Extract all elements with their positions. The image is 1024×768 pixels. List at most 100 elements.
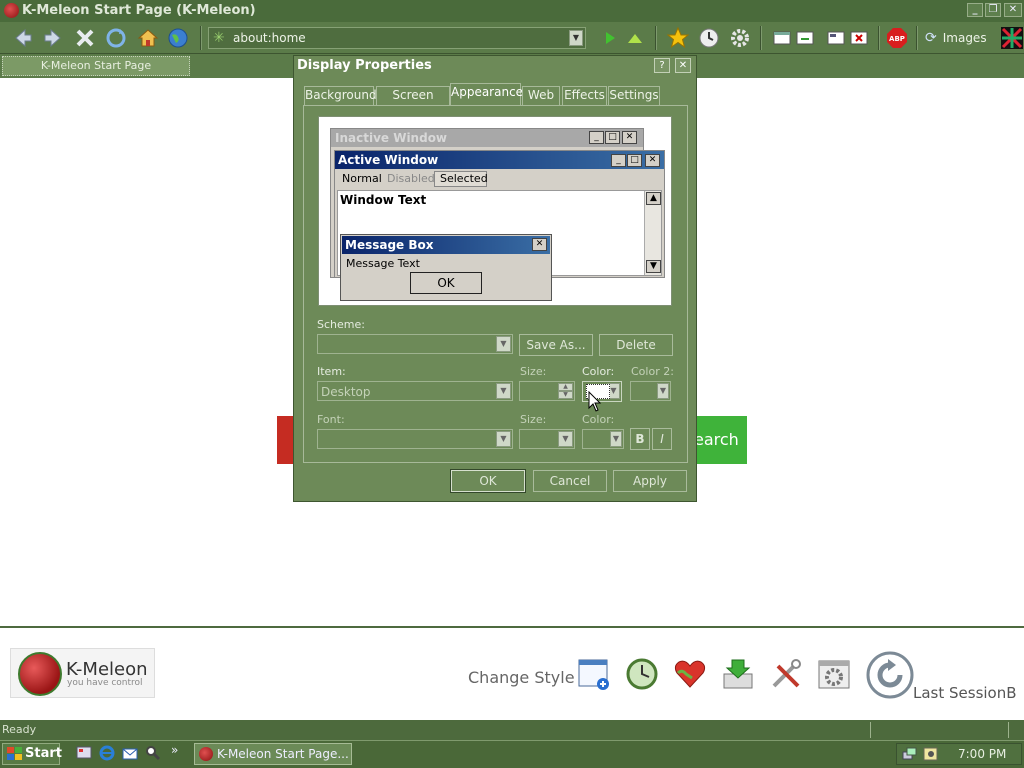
k-meleon-app-icon	[4, 3, 19, 18]
font-size-select[interactable]: ▼	[519, 429, 575, 449]
start-label: Start	[25, 746, 62, 761]
font-color-picker[interactable]: ▼	[582, 429, 624, 449]
preferences-icon[interactable]	[816, 656, 852, 692]
logo-tagline: you have control	[67, 678, 143, 688]
k-meleon-logo-icon	[18, 652, 62, 696]
downloads-icon[interactable]	[720, 656, 756, 692]
preview-message-text: Message Text	[346, 257, 420, 270]
preview-scrollbar: ▲ ▼	[644, 191, 661, 275]
adblock-icon[interactable]: ABP	[885, 26, 909, 50]
back-icon[interactable]	[10, 26, 34, 50]
taskbar-button-label: K-Meleon Start Page...	[217, 747, 349, 761]
up-icon[interactable]	[623, 26, 647, 50]
delete-button[interactable]: Delete	[599, 334, 673, 356]
apply-button[interactable]: Apply	[613, 470, 687, 492]
status-bar: Ready	[0, 720, 1024, 740]
home-icon[interactable]	[136, 26, 160, 50]
item-select-value: Desktop	[321, 385, 371, 399]
new-window-icon[interactable]	[793, 26, 817, 50]
url-bar[interactable]: ✳ about:home ▼	[208, 27, 586, 49]
close-icon: ✕	[645, 154, 660, 167]
history-clock-icon[interactable]	[697, 26, 721, 50]
last-session-link[interactable]: Last SessionB	[913, 684, 1017, 702]
tab-web[interactable]: Web	[522, 86, 560, 105]
reload-icon[interactable]	[104, 26, 128, 50]
italic-button[interactable]: I	[652, 428, 672, 450]
bold-button[interactable]: B	[630, 428, 650, 450]
tab-settings[interactable]: Settings	[608, 86, 660, 105]
scroll-up-icon: ▲	[646, 192, 661, 205]
url-input[interactable]: about:home	[233, 31, 306, 45]
font-size-label: Size:	[520, 413, 547, 426]
tab-appearance[interactable]: Appearance	[450, 83, 523, 106]
last-session-restore-icon[interactable]	[866, 651, 914, 699]
window-icon[interactable]	[770, 26, 794, 50]
cancel-button[interactable]: Cancel	[533, 470, 607, 492]
window-title: K-Meleon Start Page (K-Meleon)	[22, 3, 256, 18]
search-shortcut-icon[interactable]	[145, 745, 161, 764]
maximize-icon: □	[627, 154, 642, 167]
forward-icon[interactable]	[42, 26, 66, 50]
outlook-express-icon[interactable]	[122, 745, 138, 764]
internet-explorer-icon[interactable]	[99, 745, 115, 764]
maximize-icon: □	[605, 131, 620, 144]
tab-start-page[interactable]: K-Meleon Start Page	[2, 56, 190, 76]
start-button[interactable]: Start	[2, 743, 62, 768]
dialog-help-button[interactable]: ?	[654, 58, 670, 73]
go-icon[interactable]	[598, 26, 622, 50]
font-select[interactable]: ▼	[317, 429, 513, 449]
color2-label: Color 2:	[631, 365, 674, 378]
tab-background[interactable]: Background	[304, 86, 377, 105]
bookmarks-star-icon[interactable]	[666, 26, 690, 50]
preview-menu-disabled: Disabled	[387, 172, 435, 185]
close-icon: ✕	[622, 131, 637, 144]
tray-volume-icon[interactable]	[923, 746, 939, 765]
close-tab-icon[interactable]	[847, 26, 871, 50]
stop-icon[interactable]	[73, 26, 97, 50]
k-meleon-task-icon	[199, 747, 213, 761]
windows-logo-icon	[7, 747, 22, 768]
settings-gear-icon[interactable]	[728, 26, 752, 50]
tray-network-icon[interactable]	[902, 746, 918, 765]
globe-icon[interactable]	[166, 26, 190, 50]
minimize-icon: _	[589, 131, 604, 144]
preview-ok-button: OK	[410, 272, 482, 294]
change-style-link[interactable]: Change Style	[468, 668, 575, 687]
taskbar-button-k-meleon[interactable]: K-Meleon Start Page...	[194, 743, 352, 765]
tab-icon[interactable]	[824, 26, 848, 50]
chevron-down-icon: ▼	[496, 336, 511, 352]
tab-screen-saver[interactable]: Screen Saver	[376, 86, 450, 119]
item-select[interactable]: Desktop ▼	[317, 381, 513, 401]
images-toggle[interactable]: ⟳ Images	[925, 26, 995, 50]
images-label: Images	[942, 31, 987, 45]
tab-effects[interactable]: Effects	[562, 86, 607, 105]
tools-icon[interactable]	[768, 656, 804, 692]
chevron-down-icon: ▼	[657, 383, 669, 399]
quicklaunch-overflow-chevron[interactable]: »	[171, 743, 178, 757]
color2-picker-button[interactable]: ▼	[630, 381, 671, 401]
item-label: Item:	[317, 365, 346, 378]
url-dropdown-button[interactable]: ▼	[569, 30, 583, 46]
favorites-heart-icon[interactable]	[672, 656, 708, 692]
logo-name: K-Meleon	[66, 659, 148, 680]
browser-title-bar: K-Meleon Start Page (K-Meleon) _ ❐ ✕	[0, 0, 1024, 22]
history-shortcut-icon[interactable]	[624, 656, 660, 692]
close-window-button[interactable]: ✕	[1004, 3, 1022, 17]
scheme-select[interactable]: ▼	[317, 334, 513, 354]
show-desktop-icon[interactable]	[76, 745, 92, 764]
preview-menu-normal: Normal	[342, 172, 382, 185]
dialog-close-button[interactable]: ✕	[675, 58, 691, 73]
preview-window-text: Window Text	[340, 193, 427, 207]
preview-message-box-title: Message Box	[342, 236, 550, 254]
item-size-spinner[interactable]: ▲ ▼	[519, 381, 575, 401]
dialog-title: Display Properties	[297, 58, 432, 73]
taskbar-clock: 7:00 PM	[958, 747, 1007, 761]
save-as-button[interactable]: Save As...	[519, 334, 593, 356]
preview-menu-selected: Selected	[434, 171, 488, 187]
search-button[interactable]: earch	[694, 416, 747, 464]
new-window-shortcut-icon[interactable]	[576, 656, 612, 692]
ok-button[interactable]: OK	[450, 469, 526, 493]
minimize-button[interactable]: _	[967, 3, 983, 17]
restore-button[interactable]: ❐	[985, 3, 1001, 17]
chevron-down-icon: ▼	[558, 431, 573, 447]
